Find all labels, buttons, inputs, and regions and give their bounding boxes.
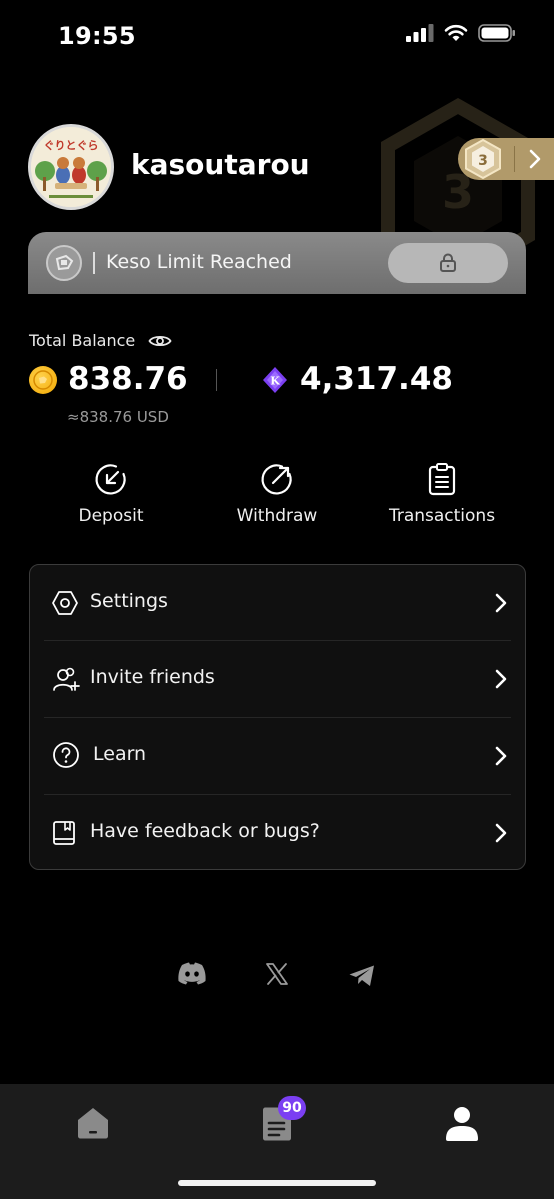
chevron-right-icon — [529, 149, 541, 169]
keso-separator — [93, 252, 95, 274]
home-icon[interactable] — [75, 1106, 111, 1140]
avatar[interactable]: ぐりとぐら — [28, 124, 114, 210]
withdraw-button[interactable]: Withdraw — [202, 462, 352, 526]
lock-icon — [440, 253, 456, 272]
learn-label: Learn — [93, 743, 147, 765]
bottom-navigation: 90 — [0, 1084, 554, 1199]
question-circle-icon — [53, 742, 79, 768]
profile-icon[interactable] — [444, 1106, 480, 1142]
keso-coin-icon — [46, 245, 82, 281]
svg-text:3: 3 — [478, 153, 488, 169]
chevron-right-icon — [495, 669, 507, 689]
username: kasoutarou — [131, 148, 310, 181]
k-balance: 4,317.48 — [300, 361, 453, 397]
level-badge-button[interactable]: 3 — [458, 138, 554, 180]
transactions-label: Transactions — [388, 506, 496, 526]
profile-screen: 19:55 3 ぐりとぐら kasoutarou 3 Keso Limit Re… — [0, 0, 554, 1199]
chevron-right-icon — [495, 593, 507, 613]
keso-limit-banner: Keso Limit Reached — [28, 232, 526, 294]
invite-friends-label: Invite friends — [90, 666, 215, 688]
total-balance-label: Total Balance — [29, 331, 136, 350]
level-divider — [514, 146, 515, 172]
telegram-icon[interactable] — [348, 964, 376, 988]
x-icon[interactable] — [265, 962, 289, 986]
chevron-right-icon — [495, 823, 507, 843]
tasks-badge: 90 — [278, 1096, 306, 1120]
coin-icon — [29, 366, 57, 394]
add-user-icon — [53, 667, 80, 691]
transactions-button[interactable]: Transactions — [367, 462, 517, 526]
k-token-icon: K — [263, 367, 287, 393]
discord-icon[interactable] — [176, 960, 208, 988]
deposit-button[interactable]: Deposit — [36, 462, 186, 526]
battery-icon — [478, 24, 515, 42]
withdraw-arrow-icon — [261, 464, 292, 495]
wifi-icon — [444, 24, 468, 41]
feedback-label: Have feedback or bugs? — [90, 820, 320, 842]
clipboard-icon — [428, 463, 456, 496]
book-icon — [53, 821, 75, 845]
balance-separator — [216, 369, 217, 391]
deposit-arrow-icon — [95, 464, 126, 495]
svg-text:ぐりとぐら: ぐりとぐら — [44, 139, 99, 152]
svg-text:K: K — [270, 375, 280, 388]
withdraw-label: Withdraw — [236, 506, 318, 526]
usd-equivalent: ≈838.76 USD — [67, 408, 169, 426]
status-time: 19:55 — [58, 22, 136, 50]
settings-label: Settings — [90, 590, 168, 612]
signal-icon — [406, 24, 434, 42]
menu-card: Settings Invite friends Learn Have feedb… — [29, 564, 526, 870]
home-indicator — [178, 1180, 376, 1186]
menu-item-learn[interactable]: Learn — [30, 718, 525, 794]
menu-item-feedback[interactable]: Have feedback or bugs? — [30, 795, 525, 871]
level-hexagon-icon: 3 — [465, 138, 501, 180]
chevron-right-icon — [495, 746, 507, 766]
menu-item-settings[interactable]: Settings — [30, 565, 525, 641]
keso-lock-button[interactable] — [388, 243, 508, 283]
deposit-label: Deposit — [78, 506, 144, 526]
eye-icon[interactable] — [148, 333, 172, 349]
coin-balance: 838.76 — [68, 361, 188, 397]
avatar-illustration-icon: ぐりとぐら — [31, 127, 111, 207]
keso-limit-text: Keso Limit Reached — [106, 251, 292, 273]
menu-item-invite-friends[interactable]: Invite friends — [30, 641, 525, 717]
status-icons — [406, 24, 516, 42]
hexagon-settings-icon — [52, 591, 78, 615]
